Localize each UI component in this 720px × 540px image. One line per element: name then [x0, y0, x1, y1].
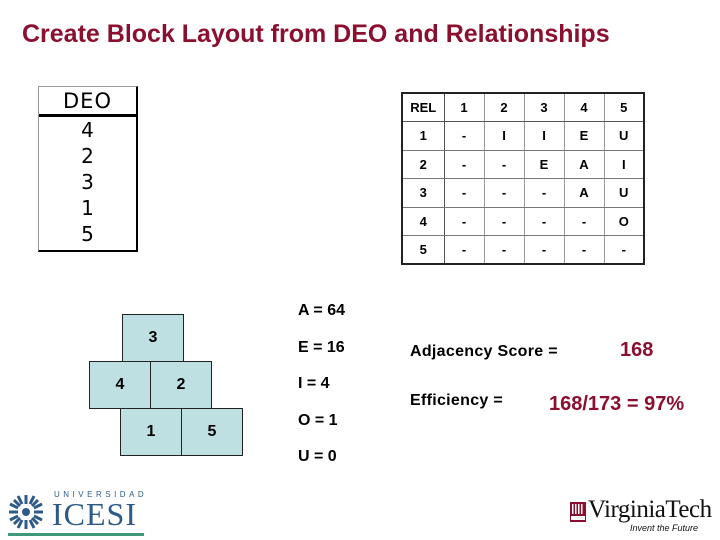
icesi-emblem-icon — [9, 495, 43, 529]
block-3: 3 — [122, 314, 184, 362]
rel-cell: - — [524, 235, 565, 265]
efficiency-value: 168/173 = 97% — [549, 393, 685, 415]
rel-cell: E — [524, 150, 565, 179]
icesi-logo: UNIVERSIDAD ICESI — [6, 488, 146, 538]
deo-item: 3 — [81, 170, 94, 194]
block-4: 4 — [89, 361, 151, 409]
block-2: 2 — [150, 361, 212, 409]
rel-cell: - — [604, 235, 645, 265]
icesi-name-text: ICESI — [52, 496, 137, 532]
slide-title: Create Block Layout from DEO and Relatio… — [22, 20, 610, 48]
rel-cell: - — [564, 235, 605, 265]
rel-header-row: REL 1 2 3 4 5 — [402, 93, 645, 122]
deo-item: 5 — [81, 222, 94, 246]
rel-cell: U — [604, 121, 645, 151]
weight-u: U = 0 — [298, 448, 337, 465]
rel-row: 2 - - E A I — [402, 150, 645, 179]
rel-cell: - — [444, 178, 485, 208]
deo-item: 1 — [81, 196, 94, 220]
rel-cell: 3 — [402, 178, 445, 208]
rel-row: 1 - I I E U — [402, 121, 645, 151]
vt-name-text: VirginiaTech — [588, 496, 712, 523]
rel-cell: A — [564, 178, 605, 208]
rel-cell: U — [604, 178, 645, 208]
block-5: 5 — [181, 408, 243, 456]
rel-cell: - — [444, 121, 485, 151]
rel-cell: - — [444, 207, 485, 236]
rel-cell: - — [564, 207, 605, 236]
rel-cell: 5 — [402, 235, 445, 265]
rel-cell: O — [604, 207, 645, 236]
rel-row: 3 - - - A U — [402, 178, 645, 208]
rel-row: 5 - - - - - — [402, 235, 645, 265]
virginia-tech-logo: VirginiaTech Invent the Future — [568, 494, 718, 538]
rel-header-cell: 5 — [604, 93, 645, 122]
weight-o: O = 1 — [298, 412, 338, 429]
adjacency-score-label: Adjacency Score = — [410, 343, 558, 360]
deo-table: DEO 4 2 3 1 5 — [38, 86, 138, 252]
weight-e: E = 16 — [298, 339, 345, 356]
rel-cell: - — [524, 178, 565, 208]
rel-cell: I — [524, 121, 565, 151]
rel-cell: - — [484, 178, 525, 208]
rel-cell: I — [484, 121, 525, 151]
rel-cell: E — [564, 121, 605, 151]
deo-header: DEO — [39, 87, 136, 117]
rel-header-cell: 3 — [524, 93, 565, 122]
deo-item: 2 — [81, 144, 94, 168]
relationship-table: REL 1 2 3 4 5 1 - I I E U 2 - - E A I 3 … — [401, 92, 645, 265]
weight-i: I = 4 — [298, 375, 330, 392]
rel-cell: 2 — [402, 150, 445, 179]
block-1: 1 — [120, 408, 182, 456]
rel-cell: - — [484, 207, 525, 236]
adjacency-score-value: 168 — [620, 339, 654, 361]
rel-cell: - — [444, 150, 485, 179]
rel-cell: I — [604, 150, 645, 179]
rel-row: 4 - - - - O — [402, 207, 645, 236]
rel-cell: - — [444, 235, 485, 265]
rel-cell: A — [564, 150, 605, 179]
rel-cell: 4 — [402, 207, 445, 236]
deo-item: 4 — [81, 118, 94, 142]
rel-cell: - — [484, 150, 525, 179]
vt-shield-icon — [570, 502, 586, 522]
rel-header-cell: 1 — [444, 93, 485, 122]
rel-cell: - — [524, 207, 565, 236]
icesi-underline — [8, 533, 144, 536]
rel-header-cell: 4 — [564, 93, 605, 122]
rel-header-cell: REL — [402, 93, 445, 122]
weight-a: A = 64 — [298, 302, 345, 319]
rel-cell: 1 — [402, 121, 445, 151]
rel-cell: - — [484, 235, 525, 265]
rel-header-cell: 2 — [484, 93, 525, 122]
efficiency-label: Efficiency = — [410, 392, 503, 409]
vt-tagline-text: Invent the Future — [630, 523, 699, 533]
